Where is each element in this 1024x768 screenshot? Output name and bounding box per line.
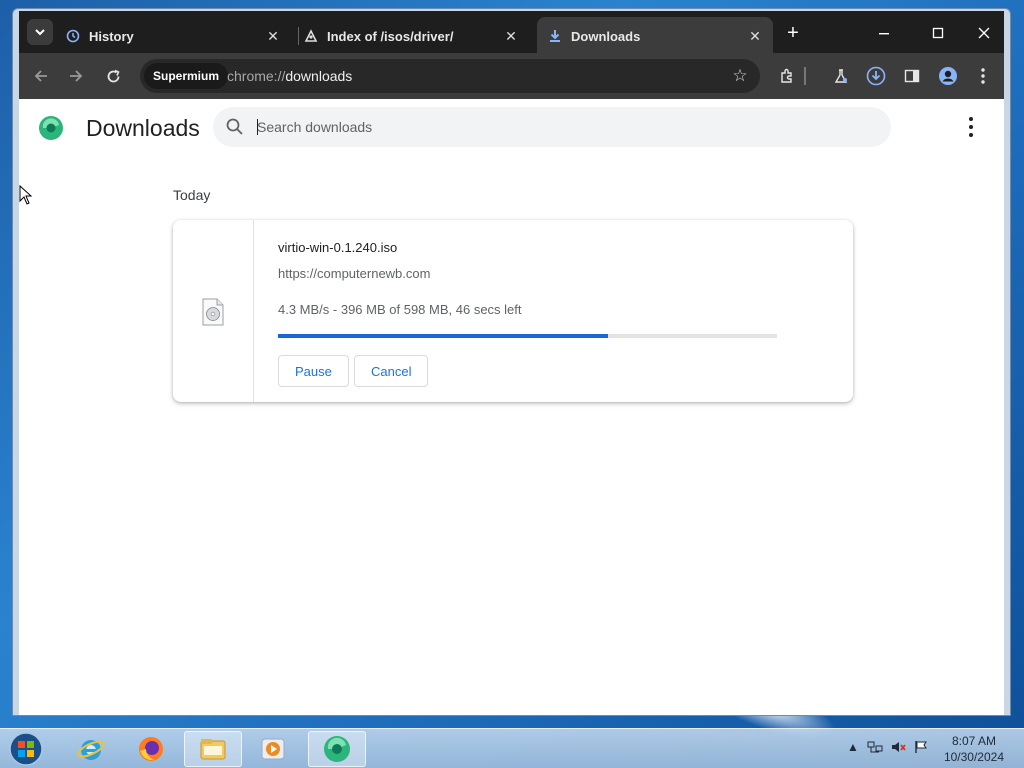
reload-button[interactable] — [99, 62, 127, 90]
close-icon[interactable]: ✕ — [747, 28, 763, 44]
search-box[interactable] — [213, 107, 891, 147]
labs-flask-icon[interactable] — [830, 65, 852, 87]
file-name[interactable]: virtio-win-0.1.240.iso — [278, 240, 397, 255]
download-icon — [547, 28, 563, 44]
bookmark-star-icon[interactable]: ☆ — [730, 66, 750, 86]
browser-toolbar: Supermium chrome://downloads ☆ — [19, 53, 1004, 99]
chevron-down-icon — [35, 28, 45, 35]
file-explorer-icon[interactable] — [184, 731, 242, 767]
file-source-url[interactable]: https://computernewb.com — [278, 266, 430, 281]
close-icon — [978, 27, 990, 39]
tab-search-button[interactable] — [27, 19, 53, 45]
side-panel-icon[interactable] — [901, 65, 923, 87]
forward-button[interactable] — [62, 62, 90, 90]
clock-time: 8:07 AM — [951, 734, 996, 748]
site-favicon — [303, 28, 319, 44]
minimize-button[interactable] — [861, 17, 907, 49]
search-input[interactable] — [257, 114, 857, 140]
close-window-button[interactable] — [961, 17, 1007, 49]
tab-title: Index of /isos/driver/ — [327, 28, 454, 44]
progress-status: 4.3 MB/s - 396 MB of 598 MB, 46 secs lef… — [278, 302, 522, 317]
new-tab-button[interactable]: + — [781, 21, 805, 45]
more-actions-icon[interactable] — [963, 117, 979, 137]
internet-explorer-icon[interactable] — [62, 731, 120, 767]
file-icon-column — [173, 220, 254, 402]
maximize-icon — [932, 27, 944, 39]
date-heading: Today — [173, 187, 211, 203]
browser-window: History ✕ Index of /isos/driver/ ✕ Downl… — [12, 8, 1011, 716]
downloads-page: Downloads Today virtio-win-0.1.240.iso h… — [19, 99, 1004, 715]
mouse-pointer-icon — [19, 185, 33, 205]
taskbar: ▲ 8:07 AM 10/30/2024 — [0, 728, 1024, 768]
system-clock[interactable]: 8:07 AM 10/30/2024 — [944, 733, 1004, 765]
volume-muted-icon[interactable] — [890, 738, 908, 756]
address-bar[interactable]: Supermium chrome://downloads ☆ — [140, 59, 760, 93]
tab-title: Downloads — [571, 28, 641, 44]
media-player-icon[interactable] — [244, 731, 302, 767]
arrow-right-icon — [70, 70, 83, 82]
text-caret — [257, 119, 258, 135]
page-title: Downloads — [86, 115, 200, 141]
search-icon — [226, 118, 243, 135]
profile-avatar-icon[interactable] — [937, 65, 959, 87]
clock-date: 10/30/2024 — [943, 750, 1004, 764]
network-icon[interactable] — [866, 738, 884, 756]
tab-downloads[interactable]: Downloads ✕ — [537, 17, 773, 55]
tab-title: History — [89, 28, 134, 44]
history-icon — [65, 28, 81, 44]
reload-icon — [107, 69, 120, 82]
url-scheme: chrome:// — [227, 68, 286, 84]
minimize-icon — [879, 33, 889, 35]
url-host: downloads — [285, 68, 353, 84]
progress-bar — [278, 334, 777, 338]
back-button[interactable] — [27, 62, 55, 90]
toolbar-divider — [804, 67, 806, 85]
maximize-button[interactable] — [915, 17, 961, 49]
supermium-logo-icon — [38, 115, 64, 141]
pause-button[interactable]: Pause — [278, 355, 349, 387]
show-hidden-icons-icon[interactable]: ▲ — [844, 738, 862, 756]
progress-bar-fill — [278, 334, 609, 338]
supermium-icon[interactable] — [308, 731, 366, 767]
browser-menu-icon[interactable] — [972, 65, 994, 87]
start-button[interactable] — [6, 730, 46, 768]
tab-strip: History ✕ Index of /isos/driver/ ✕ Downl… — [19, 11, 1004, 55]
downloads-toolbar-icon[interactable] — [865, 65, 887, 87]
browser-chip[interactable]: Supermium — [144, 63, 229, 89]
disc-image-file-icon — [202, 298, 224, 326]
arrow-left-icon — [34, 70, 47, 82]
tab-index-of-isos-driver[interactable]: Index of /isos/driver/ ✕ — [293, 17, 529, 55]
url-text[interactable]: chrome://downloads — [227, 68, 352, 84]
cancel-button[interactable]: Cancel — [354, 355, 429, 387]
close-icon[interactable]: ✕ — [503, 28, 519, 44]
action-center-flag-icon[interactable] — [912, 738, 930, 756]
close-icon[interactable]: ✕ — [265, 28, 281, 44]
tab-history[interactable]: History ✕ — [55, 17, 291, 55]
extensions-icon[interactable] — [776, 65, 798, 87]
firefox-icon[interactable] — [122, 731, 180, 767]
download-item-card: virtio-win-0.1.240.iso https://computern… — [173, 220, 853, 402]
